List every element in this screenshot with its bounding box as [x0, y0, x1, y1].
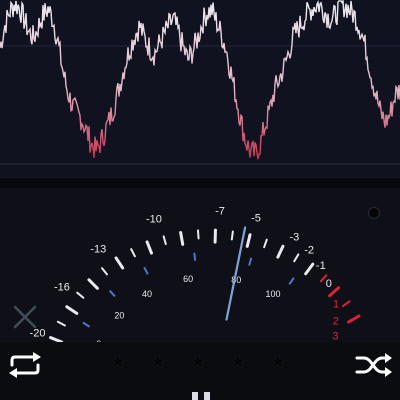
vu-db-label: -5	[251, 213, 261, 225]
vu-scale-tick	[65, 305, 79, 315]
vu-percent-scale: 020406080100	[82, 252, 295, 342]
vu-scale-tick	[263, 238, 268, 249]
pause-bar-right	[204, 392, 210, 400]
rating-stars: ★ ★ ★ ★ ★	[108, 352, 298, 376]
rating-star-5[interactable]: ★	[268, 352, 288, 372]
vu-db-label: -2	[304, 244, 314, 256]
vu-scale-tick	[76, 291, 85, 299]
vu-percent-tick	[143, 266, 149, 275]
vu-db-label: 0	[326, 278, 332, 290]
vu-scale-tick	[276, 244, 285, 259]
shuffle-icon	[355, 353, 392, 377]
vu-percent-label: 100	[265, 289, 280, 299]
vu-scale-tick	[100, 267, 108, 276]
vu-db-label: 1	[333, 299, 339, 311]
pause-bar-left	[192, 392, 198, 400]
vu-percent-tick	[288, 277, 295, 285]
vu-scale-tick	[114, 256, 125, 270]
vu-scale-tick	[87, 278, 99, 290]
vu-meter-panel: -20-16-13-10-7-5-3-2-10123 020406080100	[0, 188, 400, 342]
vu-db-label: -3	[290, 231, 300, 243]
vu-db-label: -10	[146, 213, 162, 225]
waveform-trace	[0, 0, 400, 160]
vu-percent-label: 40	[142, 289, 152, 299]
vu-scale-tick	[179, 231, 185, 246]
vu-percent-label: 60	[183, 274, 193, 284]
vu-scale-tick	[245, 233, 252, 248]
vu-scale-tick	[56, 320, 66, 327]
vu-scale-tick	[341, 300, 351, 308]
vu-scale-tick	[230, 230, 234, 241]
vu-scale-tick	[130, 248, 136, 258]
vu-db-label: -16	[54, 281, 70, 293]
repeat-button[interactable]	[6, 350, 44, 380]
shuffle-button[interactable]	[354, 350, 394, 380]
vu-scale-tick	[145, 240, 153, 255]
vu-db-label: 2	[333, 315, 339, 327]
vu-db-label: 3	[332, 330, 338, 342]
waveform-graph	[0, 0, 400, 165]
waveform-panel[interactable]	[0, 0, 400, 178]
vu-db-label: -7	[215, 205, 225, 217]
status-indicator[interactable]	[369, 208, 379, 218]
vu-percent-tick	[108, 289, 116, 298]
vu-scale-tick	[162, 235, 167, 246]
vu-scale-tick	[347, 314, 361, 324]
vu-percent-tick	[82, 321, 91, 328]
vu-scale-tick	[197, 229, 200, 240]
vu-scale-tick	[304, 262, 315, 276]
vu-percent-tick	[248, 257, 253, 266]
vu-percent-tick	[193, 252, 197, 261]
rating-star-2[interactable]: ★	[148, 352, 168, 372]
close-icon	[13, 305, 37, 329]
vu-percent-label: 20	[114, 311, 124, 321]
panel-divider	[0, 178, 400, 188]
rating-star-4[interactable]: ★	[228, 352, 248, 372]
vu-scale-tick	[293, 253, 300, 263]
vu-db-label: -13	[90, 243, 106, 255]
rating-star-1[interactable]: ★	[108, 352, 128, 372]
repeat-icon	[9, 352, 41, 378]
close-button[interactable]	[12, 304, 38, 330]
rating-star-3[interactable]: ★	[188, 352, 208, 372]
vu-db-label: -1	[316, 260, 326, 272]
vu-meter: -20-16-13-10-7-5-3-2-10123 020406080100	[30, 205, 361, 342]
vu-needle	[225, 226, 247, 321]
play-pause-button[interactable]	[190, 392, 212, 400]
